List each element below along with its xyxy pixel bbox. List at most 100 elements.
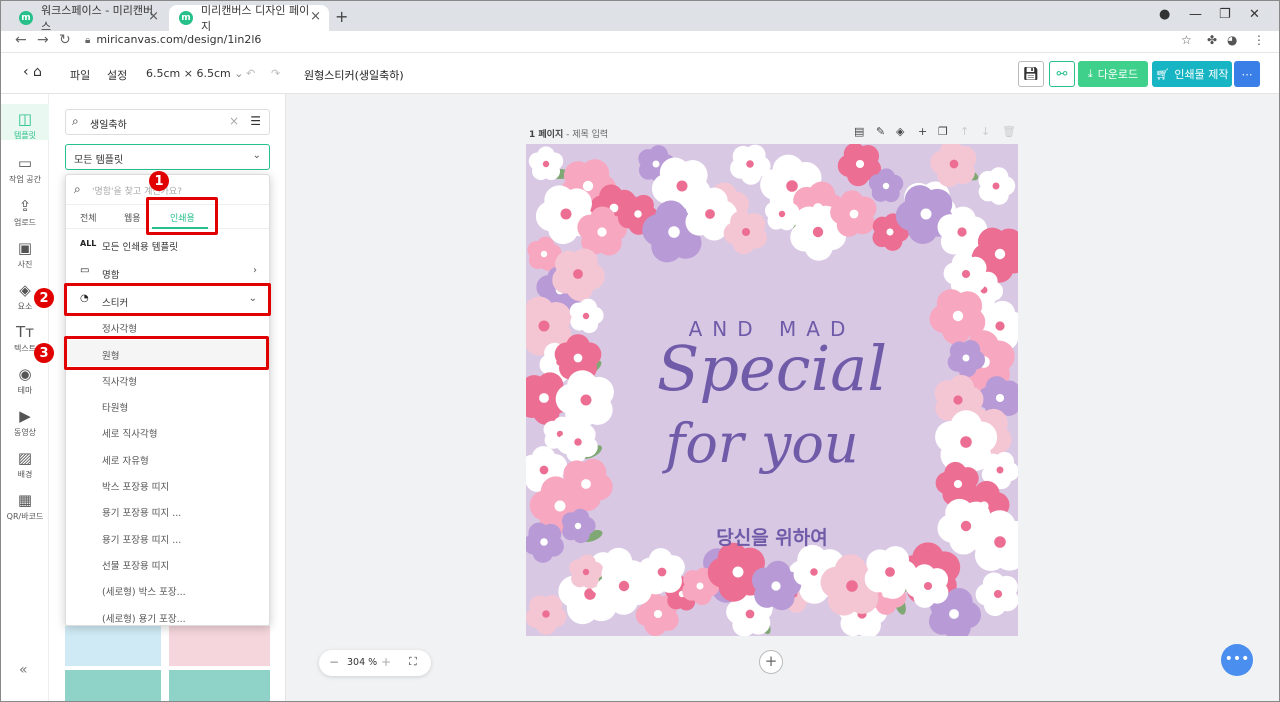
rail-item-template[interactable]: ◫ 템플릿: [1, 104, 49, 140]
undo-icon[interactable]: ↶: [246, 67, 255, 80]
browser-menu-icon[interactable]: ⋮: [1253, 33, 1265, 47]
highlight-print-tab: [146, 197, 218, 235]
flower-center-decoration: [573, 353, 583, 363]
zoom-out-icon[interactable]: −: [329, 655, 339, 669]
account-icon[interactable]: ◕: [1227, 33, 1237, 47]
clear-search-icon[interactable]: ×: [229, 114, 239, 128]
design-canvas[interactable]: AND MAD Special for you 당신을 위하여: [526, 144, 1018, 636]
memo-icon[interactable]: ▤: [854, 125, 864, 138]
flower-center-decoration: [580, 394, 592, 406]
rail-item-upload[interactable]: ⇪ 업로드: [1, 197, 49, 228]
sticker-vertical-rectangle[interactable]: 세로 직사각형: [66, 418, 269, 444]
fullscreen-icon[interactable]: ⛶: [409, 655, 417, 669]
collapse-panel-icon[interactable]: «: [19, 662, 28, 678]
sticker-gift-band[interactable]: 선물 포장용 띠지: [66, 550, 269, 576]
sticker-vertical-freeform[interactable]: 세로 자유형: [66, 445, 269, 471]
zoom-value[interactable]: 304 %: [347, 657, 377, 668]
add-page-icon[interactable]: +: [918, 125, 927, 138]
category-search-placeholder: '명함'을 찾고 계신가요?: [92, 187, 182, 197]
print-order-button[interactable]: 🛒︎ 인쇄물 제작: [1152, 61, 1232, 87]
restore-icon[interactable]: ❐: [1219, 7, 1231, 22]
flower-center-decoration: [582, 312, 590, 320]
flower-center-decoration: [581, 479, 591, 489]
new-tab-icon[interactable]: +: [335, 7, 348, 26]
flower-center-decoration: [634, 210, 642, 218]
flower-center-decoration: [746, 160, 754, 168]
rail-item-theme[interactable]: ◉ 테마: [1, 365, 49, 396]
page-title-input[interactable]: - 제목 입력: [566, 130, 608, 140]
close-window-icon[interactable]: ✕: [1249, 7, 1260, 22]
extensions-icon[interactable]: ✤: [1207, 33, 1217, 47]
add-page-button[interactable]: +: [759, 650, 783, 674]
chevron-right-icon: ›: [253, 265, 257, 276]
zoom-in-icon[interactable]: +: [381, 655, 391, 669]
subcategory-label: 정사각형: [102, 324, 137, 335]
fill-bucket-icon[interactable]: ◈: [896, 125, 904, 138]
flower-center-decoration: [994, 536, 1006, 548]
download-button[interactable]: ⤓ 다운로드: [1078, 61, 1148, 87]
more-button[interactable]: ⋯: [1234, 61, 1260, 87]
sticker-vertical-box[interactable]: (세로형) 박스 포장...: [66, 576, 269, 602]
template-thumbnail[interactable]: [169, 626, 270, 666]
url-text: miricanvas.com/design/1in2l6: [96, 33, 262, 46]
flower-center-decoration: [582, 180, 594, 192]
redo-icon[interactable]: ↷: [271, 67, 280, 80]
share-button[interactable]: ⚯: [1049, 61, 1075, 87]
profile-menu-icon[interactable]: ●: [1159, 7, 1170, 22]
forward-icon[interactable]: →: [37, 32, 49, 48]
sticker-container-band-1[interactable]: 용기 포장용 띠지 ...: [66, 497, 269, 523]
size-selector[interactable]: 6.5cm × 6.5cm ⌄: [146, 67, 243, 80]
document-title[interactable]: 원형스티커(생일축하): [304, 67, 404, 83]
browser-tab-workspace[interactable]: m 워크스페이스 - 미리캔버스 ×: [9, 4, 167, 33]
home-icon[interactable]: ‹ ⌂: [23, 64, 42, 80]
rail-item-background[interactable]: ▨ 배경: [1, 449, 49, 480]
sticker-box-band[interactable]: 박스 포장용 띠지: [66, 471, 269, 497]
template-thumbnail[interactable]: [65, 626, 161, 666]
url-field[interactable]: 🔒︎ miricanvas.com/design/1in2l6: [85, 33, 261, 46]
template-thumbnail[interactable]: [65, 670, 161, 701]
browser-tab-design[interactable]: m 미리캔버스 디자인 페이지 ×: [169, 4, 329, 33]
page-label: 1 페이지: [529, 130, 564, 140]
rail-item-photo[interactable]: ▣ 사진: [1, 239, 49, 270]
sticker-oval[interactable]: 타원형: [66, 392, 269, 418]
template-thumbnail[interactable]: [169, 670, 270, 701]
flower-center-decoration: [957, 227, 967, 237]
move-up-icon[interactable]: ↑: [960, 125, 969, 138]
miricanvas-favicon-icon: m: [19, 11, 33, 25]
flower-center-decoration: [778, 210, 786, 218]
eyedropper-icon[interactable]: ✎: [876, 125, 885, 138]
rail-item-workspace[interactable]: ▭ 작업 공간: [1, 154, 49, 185]
category-business-card[interactable]: ▭ 명함 ›: [66, 259, 269, 285]
template-search-input[interactable]: ⌕ 생일축하 × ☰: [65, 109, 270, 135]
file-menu[interactable]: 파일: [70, 67, 90, 83]
flower-center-decoration: [573, 269, 583, 279]
save-button[interactable]: 💾︎: [1018, 61, 1044, 87]
download-label: 다운로드: [1097, 68, 1139, 81]
delete-page-icon[interactable]: 🗑︎: [1002, 125, 1016, 138]
close-tab-icon[interactable]: ×: [148, 9, 159, 24]
flower-center-decoration: [960, 436, 972, 448]
flower-center-decoration: [732, 566, 744, 578]
sticker-container-band-2[interactable]: 용기 포장용 띠지 ...: [66, 524, 269, 550]
sticker-vertical-container[interactable]: (세로형) 용기 포장...: [66, 603, 269, 629]
rail-label: 테마: [17, 386, 33, 395]
tab-all[interactable]: 전체: [80, 211, 97, 224]
minimize-icon[interactable]: —: [1189, 7, 1202, 22]
filter-icon[interactable]: ☰: [250, 114, 261, 128]
reload-icon[interactable]: ↻: [59, 32, 71, 48]
cart-icon: 🛒︎: [1155, 67, 1170, 81]
back-icon[interactable]: ←: [15, 32, 27, 48]
rail-item-qr[interactable]: ▦ QR/바코드: [1, 491, 49, 522]
flower-center-decoration: [812, 226, 824, 238]
move-down-icon[interactable]: ↓: [981, 125, 990, 138]
template-type-select[interactable]: 모든 템플릿 ⌄: [65, 144, 270, 170]
duplicate-page-icon[interactable]: ❐: [938, 125, 948, 138]
rail-item-video[interactable]: ▶ 동영상: [1, 407, 49, 438]
settings-menu[interactable]: 설정: [107, 67, 127, 83]
close-tab-icon[interactable]: ×: [310, 9, 321, 24]
step-3-badge: 3: [34, 343, 54, 363]
chat-support-button[interactable]: •••: [1221, 644, 1253, 676]
tab-web[interactable]: 웹용: [124, 211, 141, 224]
bookmark-star-icon[interactable]: ☆: [1181, 33, 1192, 47]
flower-center-decoration: [745, 609, 755, 619]
